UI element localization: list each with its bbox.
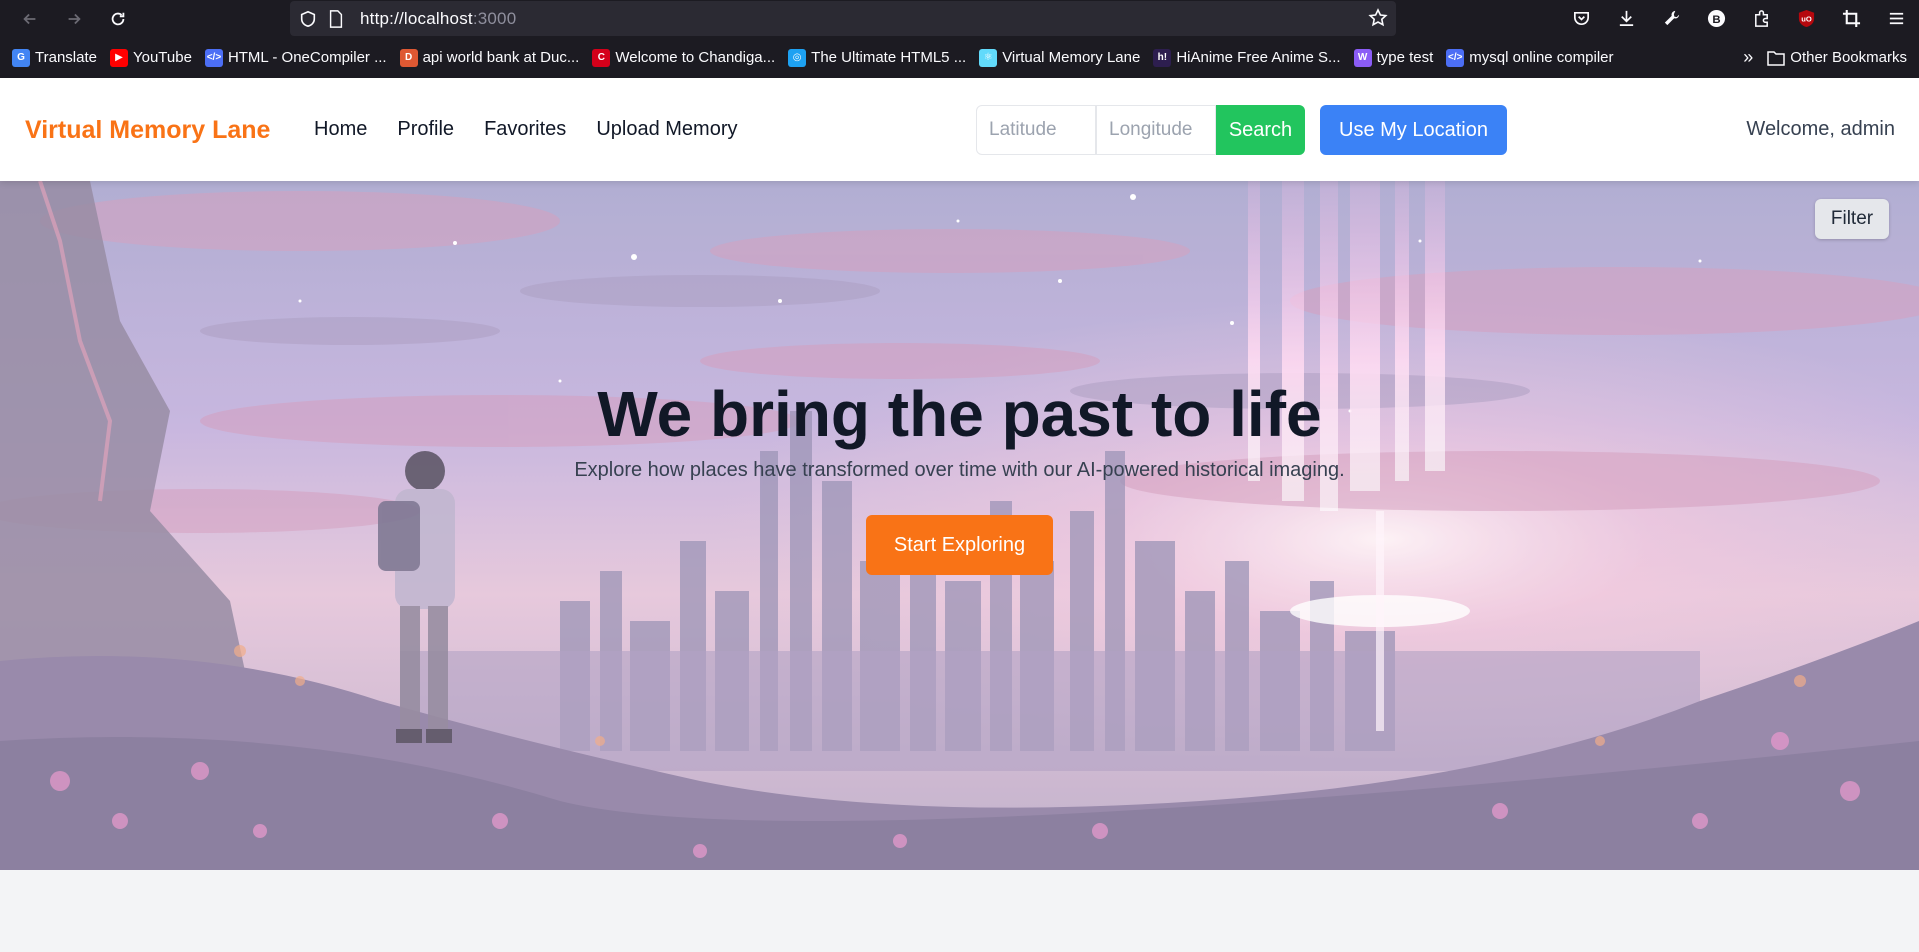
- toolbar-icons: B uO: [1559, 0, 1919, 37]
- bookmark-label: Translate: [35, 49, 97, 66]
- star-icon[interactable]: [1368, 8, 1388, 28]
- nav-link-favorites[interactable]: Favorites: [484, 118, 566, 141]
- nav-links: Home Profile Favorites Upload Memory: [314, 118, 767, 141]
- url-host: http://localhost: [360, 8, 473, 28]
- nav-link-profile[interactable]: Profile: [397, 118, 454, 141]
- bookmark-item[interactable]: ▶ YouTube: [109, 44, 192, 72]
- back-arrow-icon[interactable]: [8, 0, 52, 37]
- extension-b-icon[interactable]: B: [1694, 0, 1739, 37]
- bookmark-favicon-icon: h!: [1153, 48, 1172, 67]
- app-navbar: Virtual Memory Lane Home Profile Favorit…: [0, 78, 1919, 181]
- forward-arrow-icon[interactable]: [52, 0, 96, 37]
- bookmark-favicon-icon: D: [399, 48, 418, 67]
- bookmark-label: The Ultimate HTML5 ...: [811, 49, 967, 66]
- bookmark-favicon-icon: ⚛: [979, 48, 998, 67]
- nav-link-upload-memory[interactable]: Upload Memory: [596, 118, 737, 141]
- bookmark-item[interactable]: ⚛ Virtual Memory Lane: [979, 44, 1140, 72]
- bookmark-favicon-icon: C: [592, 48, 611, 67]
- coordinate-search: Search: [976, 105, 1305, 155]
- latitude-input[interactable]: [976, 105, 1096, 155]
- bookmark-favicon-icon: </>: [204, 48, 223, 67]
- bookmark-item[interactable]: </> mysql online compiler: [1446, 44, 1614, 72]
- bookmark-item[interactable]: G Translate: [12, 44, 97, 72]
- other-bookmarks-label: Other Bookmarks: [1790, 49, 1907, 66]
- wrench-icon[interactable]: [1649, 0, 1694, 37]
- url-bar[interactable]: http://localhost:3000: [290, 1, 1396, 36]
- bookmark-label: YouTube: [132, 49, 192, 66]
- bookmark-label: type test: [1376, 49, 1434, 66]
- svg-text:B: B: [1712, 14, 1720, 26]
- bookmark-label: mysql online compiler: [1469, 49, 1614, 66]
- reload-icon[interactable]: [96, 0, 140, 37]
- bookmark-label: HiAnime Free Anime S...: [1176, 49, 1341, 66]
- bookmark-favicon-icon: G: [12, 48, 30, 67]
- bookmark-item[interactable]: h! HiAnime Free Anime S...: [1153, 44, 1341, 72]
- search-button[interactable]: Search: [1216, 105, 1305, 155]
- bookmark-item[interactable]: </> HTML - OneCompiler ...: [204, 44, 387, 72]
- browser-toolbar: http://localhost:3000 B uO: [0, 0, 1919, 37]
- filter-button[interactable]: Filter: [1815, 199, 1889, 239]
- svg-text:uO: uO: [1801, 14, 1812, 23]
- pocket-icon[interactable]: [1559, 0, 1604, 37]
- bookmarks-overflow: » Other Bookmarks: [1743, 37, 1907, 78]
- bookmark-favicon-icon: ▶: [109, 48, 128, 67]
- bookmark-item[interactable]: ◎ The Ultimate HTML5 ...: [788, 44, 966, 72]
- shield-icon[interactable]: [298, 9, 318, 29]
- welcome-text: Welcome, admin: [1746, 118, 1895, 140]
- hero-subtitle: Explore how places have transformed over…: [574, 459, 1345, 481]
- bookmark-favicon-icon: W: [1353, 48, 1372, 67]
- bookmark-label: HTML - OneCompiler ...: [227, 49, 387, 66]
- bookmark-favicon-icon: </>: [1446, 48, 1465, 67]
- url-port: :3000: [472, 8, 517, 28]
- brand-logo[interactable]: Virtual Memory Lane: [25, 116, 270, 145]
- nav-link-home[interactable]: Home: [314, 118, 367, 141]
- bookmark-label: Virtual Memory Lane: [1002, 49, 1141, 66]
- bookmark-label: Welcome to Chandiga...: [615, 49, 776, 66]
- menu-icon[interactable]: [1874, 0, 1919, 37]
- use-my-location-button[interactable]: Use My Location: [1320, 105, 1507, 155]
- bookmarks-bar: G Translate ▶ YouTube </> HTML - OneCompiler …: [0, 37, 1919, 78]
- bookmark-item[interactable]: C Welcome to Chandiga...: [592, 44, 775, 72]
- url-text[interactable]: http://localhost:3000: [360, 9, 516, 29]
- folder-icon: [1767, 50, 1786, 66]
- puzzle-icon[interactable]: [1739, 0, 1784, 37]
- other-bookmarks[interactable]: Other Bookmarks: [1767, 44, 1907, 72]
- longitude-input[interactable]: [1096, 105, 1216, 155]
- hero-title: We bring the past to life: [597, 378, 1322, 450]
- bookmark-item[interactable]: Dapi world bank at Duc...: [399, 44, 580, 72]
- hero-section: Filter We bring the past to life Explore…: [0, 181, 1919, 870]
- bookmark-favicon-icon: ◎: [788, 48, 807, 67]
- start-exploring-button[interactable]: Start Exploring: [866, 515, 1053, 575]
- chevron-double-right-icon[interactable]: »: [1743, 47, 1753, 68]
- ublock-icon[interactable]: uO: [1784, 0, 1829, 37]
- crop-icon[interactable]: [1829, 0, 1874, 37]
- download-icon[interactable]: [1604, 0, 1649, 37]
- page-icon: [326, 9, 346, 29]
- bookmark-item[interactable]: Wtype test: [1353, 44, 1434, 72]
- bookmark-label: api world bank at Duc...: [422, 49, 580, 66]
